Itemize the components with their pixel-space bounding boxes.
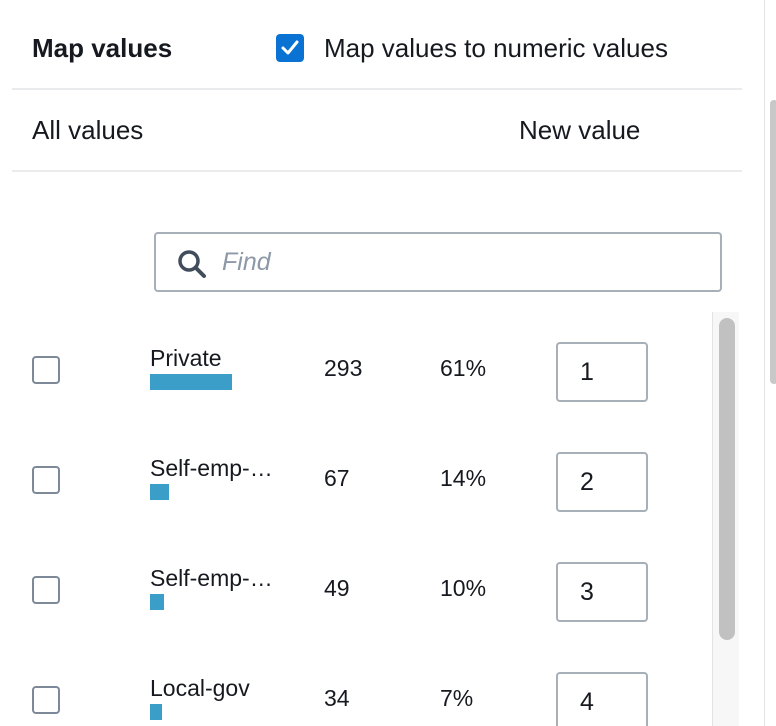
value-percent: 61% xyxy=(440,355,487,381)
list-item: Local-gov 34 7% xyxy=(0,642,712,726)
value-count: 34 xyxy=(324,685,350,711)
row-checkbox[interactable] xyxy=(32,576,60,604)
frequency-bar xyxy=(150,374,232,390)
new-value-input[interactable] xyxy=(556,672,648,726)
search-box[interactable] xyxy=(154,232,722,292)
row-checkbox[interactable] xyxy=(32,686,60,714)
value-percent: 10% xyxy=(440,575,487,601)
panel-scrollbar-thumb[interactable] xyxy=(770,100,776,384)
panel-title: Map values xyxy=(32,33,173,63)
all-values-header: All values xyxy=(32,115,144,145)
value-percent: 7% xyxy=(440,685,474,711)
value-label: Self-emp-… xyxy=(150,455,273,481)
new-value-header: New value xyxy=(519,115,641,145)
map-numeric-checkbox[interactable] xyxy=(276,34,304,62)
divider xyxy=(12,170,742,172)
new-value-input[interactable] xyxy=(556,562,648,622)
check-icon xyxy=(281,40,299,55)
map-values-panel: Map values Map values to numeric values … xyxy=(0,0,776,726)
row-checkbox[interactable] xyxy=(32,466,60,494)
new-value-input[interactable] xyxy=(556,342,648,402)
frequency-bar xyxy=(150,594,164,610)
divider xyxy=(12,88,742,90)
value-count: 67 xyxy=(324,465,350,491)
value-label: Local-gov xyxy=(150,675,250,701)
search-input[interactable] xyxy=(222,242,702,282)
row-checkbox[interactable] xyxy=(32,356,60,384)
value-count: 49 xyxy=(324,575,350,601)
map-numeric-label[interactable]: Map values to numeric values xyxy=(324,30,668,66)
list-item: Private 293 61% xyxy=(0,312,712,422)
value-label: Self-emp-… xyxy=(150,565,273,591)
value-label: Private xyxy=(150,345,222,371)
list-item: Self-emp-… 49 10% xyxy=(0,532,712,642)
search-icon xyxy=(178,250,206,278)
value-count: 293 xyxy=(324,355,363,381)
new-value-input[interactable] xyxy=(556,452,648,512)
list-item: Self-emp-… 67 14% xyxy=(0,422,712,532)
value-percent: 14% xyxy=(440,465,487,491)
list-scrollbar-thumb[interactable] xyxy=(719,318,735,640)
frequency-bar xyxy=(150,704,162,720)
frequency-bar xyxy=(150,484,169,500)
